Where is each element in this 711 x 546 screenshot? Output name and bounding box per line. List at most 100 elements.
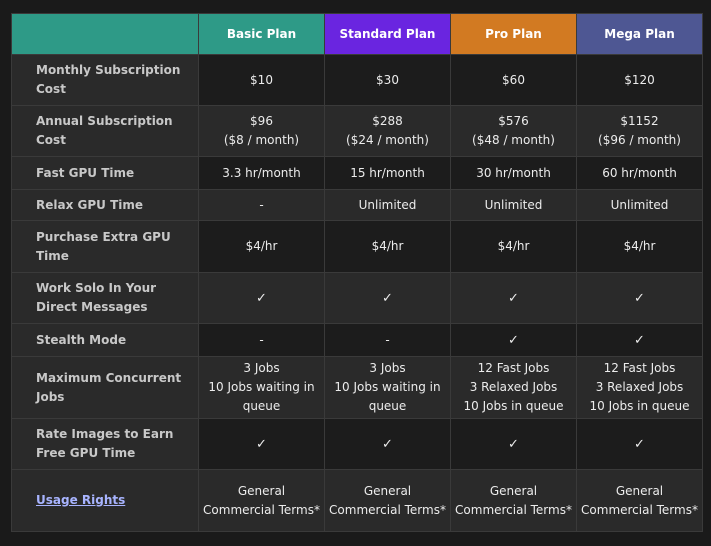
cell-basic: General Commercial Terms* (198, 469, 325, 532)
cell-mega: $120 (576, 54, 703, 106)
cell-mega: Unlimited (576, 189, 703, 221)
cell-line: 3 Relaxed Jobs (469, 380, 558, 394)
check-icon: ✓ (508, 332, 519, 348)
cell-line: 3 Jobs (369, 361, 406, 375)
cell-standard: $30 (324, 54, 451, 106)
cell-line: 3 Relaxed Jobs (595, 380, 684, 394)
check-icon: ✓ (634, 436, 645, 452)
table-row: Purchase Extra GPU Time $4/hr $4/hr $4/hr $4… (11, 220, 703, 273)
cell-value: General Commercial Terms* (581, 483, 698, 517)
cell-line: 10 Jobs waiting in queue (208, 380, 315, 413)
cell-line: $288 (372, 114, 403, 128)
cell-basic: $4/hr (198, 220, 325, 273)
cell-mega: ✓ (576, 323, 703, 357)
cell-mega: $1152 ($96 / month) (576, 105, 703, 157)
header-standard-plan: Standard Plan (324, 13, 451, 55)
feature-label-link-cell[interactable]: Usage Rights (11, 469, 199, 532)
cell-basic: 3 Jobs 10 Jobs waiting in queue (198, 356, 325, 419)
cell-value: 60 hr/month (602, 165, 677, 180)
header-mega-plan: Mega Plan (576, 13, 703, 55)
cell-value: $120 (624, 72, 655, 87)
cell-line: ($24 / month) (346, 133, 429, 147)
cell-line: 10 Jobs waiting in queue (334, 380, 441, 413)
cell-pro: ✓ (450, 272, 577, 324)
cell-line: 12 Fast Jobs (477, 361, 550, 375)
cell-standard: Unlimited (324, 189, 451, 221)
pricing-table-container: Basic Plan Standard Plan Pro Plan Mega P… (11, 13, 703, 532)
cell-pro: ✓ (450, 323, 577, 357)
cell-value: $4/hr (623, 239, 656, 253)
check-icon: ✓ (382, 436, 393, 452)
cell-standard: ✓ (324, 418, 451, 470)
cell-mega: $4/hr (576, 220, 703, 273)
feature-label: Monthly Subscription Cost (11, 54, 199, 106)
header-corner-cell (11, 13, 199, 55)
cell-line: $96 (250, 114, 273, 128)
cell-pro: $4/hr (450, 220, 577, 273)
cell-mega: ✓ (576, 272, 703, 324)
cell-standard: - (324, 323, 451, 357)
cell-mega: 60 hr/month (576, 156, 703, 190)
dash-icon: - (259, 332, 264, 347)
table-row: Rate Images to Earn Free GPU Time ✓ ✓ ✓ ✓ (11, 418, 703, 470)
cell-value: $4/hr (371, 239, 404, 253)
feature-label: Relax GPU Time (11, 189, 199, 221)
table-row: Maximum Concurrent Jobs 3 Jobs 10 Jobs wai… (11, 356, 703, 419)
check-icon: ✓ (634, 290, 645, 306)
cell-line: 10 Jobs in queue (589, 399, 690, 413)
cell-basic: $96 ($8 / month) (198, 105, 325, 157)
cell-basic: $10 (198, 54, 325, 106)
cell-value: 15 hr/month (350, 165, 425, 180)
cell-standard: ✓ (324, 272, 451, 324)
cell-value: $60 (502, 72, 525, 87)
cell-mega: ✓ (576, 418, 703, 470)
cell-value: General Commercial Terms* (203, 483, 320, 517)
header-row: Basic Plan Standard Plan Pro Plan Mega P… (11, 13, 703, 55)
cell-basic: - (198, 189, 325, 221)
cell-pro: $60 (450, 54, 577, 106)
check-icon: ✓ (508, 290, 519, 306)
table-row: Annual Subscription Cost $96 ($8 / month) $… (11, 105, 703, 157)
check-icon: ✓ (256, 290, 267, 306)
cell-basic: - (198, 323, 325, 357)
cell-line: ($8 / month) (223, 133, 300, 147)
cell-value: $10 (250, 72, 273, 87)
table-row: Fast GPU Time 3.3 hr/month 15 hr/month 30 h… (11, 156, 703, 190)
cell-line: ($96 / month) (598, 133, 681, 147)
pricing-table: Basic Plan Standard Plan Pro Plan Mega P… (11, 13, 703, 532)
check-icon: ✓ (382, 290, 393, 306)
cell-pro: 30 hr/month (450, 156, 577, 190)
feature-label: Work Solo In Your Direct Messages (11, 272, 199, 324)
cell-value: General Commercial Terms* (455, 483, 572, 517)
table-row: Stealth Mode - - ✓ ✓ (11, 323, 703, 357)
cell-line: 3 Jobs (243, 361, 280, 375)
cell-line: 12 Fast Jobs (603, 361, 676, 375)
feature-label: Stealth Mode (11, 323, 199, 357)
usage-rights-link[interactable]: Usage Rights (36, 493, 125, 507)
check-icon: ✓ (634, 332, 645, 348)
cell-pro: $576 ($48 / month) (450, 105, 577, 157)
feature-label: Annual Subscription Cost (11, 105, 199, 157)
cell-standard: 3 Jobs 10 Jobs waiting in queue (324, 356, 451, 419)
cell-basic: 3.3 hr/month (198, 156, 325, 190)
feature-label: Purchase Extra GPU Time (11, 220, 199, 273)
cell-value: $4/hr (245, 239, 278, 253)
header-basic-plan: Basic Plan (198, 13, 325, 55)
cell-line: ($48 / month) (472, 133, 555, 147)
feature-label: Fast GPU Time (11, 156, 199, 190)
header-pro-plan: Pro Plan (450, 13, 577, 55)
cell-value: 3.3 hr/month (222, 165, 301, 180)
cell-value: $4/hr (497, 239, 530, 253)
feature-label: Maximum Concurrent Jobs (11, 356, 199, 419)
cell-pro: Unlimited (450, 189, 577, 221)
cell-line: $1152 (620, 114, 659, 128)
check-icon: ✓ (256, 436, 267, 452)
cell-mega: General Commercial Terms* (576, 469, 703, 532)
cell-standard: General Commercial Terms* (324, 469, 451, 532)
table-row: Usage Rights General Commercial Terms* Gen… (11, 469, 703, 532)
cell-basic: ✓ (198, 418, 325, 470)
cell-value: General Commercial Terms* (329, 483, 446, 517)
cell-standard: $288 ($24 / month) (324, 105, 451, 157)
cell-line: $576 (498, 114, 529, 128)
cell-line: 10 Jobs in queue (463, 399, 564, 413)
